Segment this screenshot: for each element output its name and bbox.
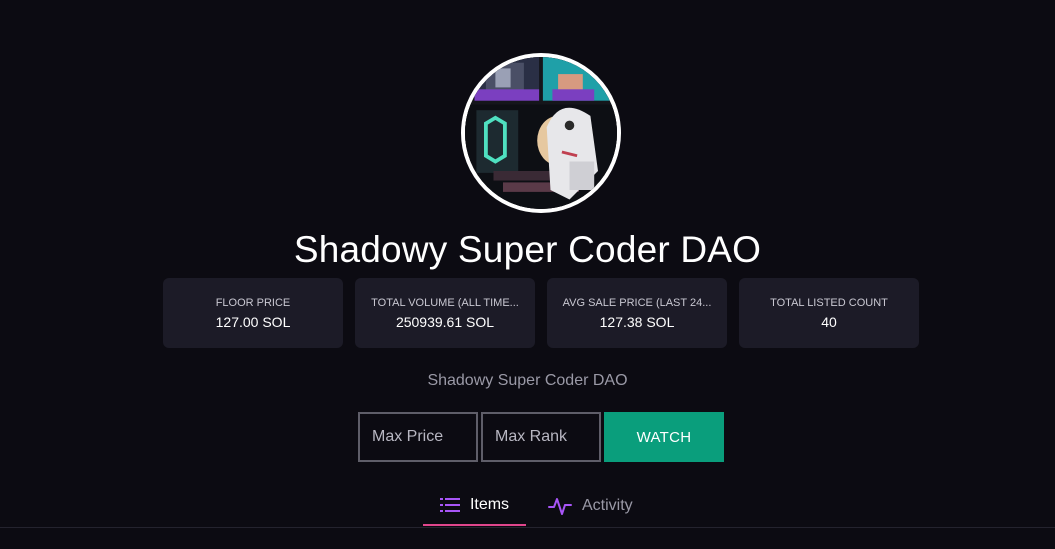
stat-label: AVG SALE PRICE (LAST 24... [562, 297, 712, 309]
collection-avatar [461, 53, 621, 213]
collection-title: Shadowy Super Coder DAO [293, 229, 762, 270]
stat-label: FLOOR PRICE [215, 297, 291, 309]
stat-value: 40 [821, 314, 837, 330]
stat-value: 127.38 SOL [599, 314, 675, 330]
filter-bar: WATCH [358, 412, 724, 462]
collection-description: Shadowy Super Coder DAO [427, 372, 628, 389]
stat-label: TOTAL VOLUME (ALL TIME... [371, 297, 519, 309]
tab-items-label: Items [469, 496, 510, 513]
max-rank-input[interactable] [481, 412, 601, 462]
stats-row: FLOOR PRICE 127.00 SOL TOTAL VOLUME (ALL… [163, 278, 919, 348]
max-price-input[interactable] [358, 412, 478, 462]
tab-activity-label: Activity [582, 497, 633, 514]
list-icon [439, 497, 460, 513]
stat-value: 250939.61 SOL [395, 314, 495, 330]
tab-activity[interactable]: Activity [548, 486, 648, 526]
stat-card-total-volume: TOTAL VOLUME (ALL TIME... 250939.61 SOL [355, 278, 535, 348]
watch-button[interactable]: WATCH [604, 412, 724, 462]
collection-page: Shadowy Super Coder DAO FLOOR PRICE 127.… [0, 0, 1055, 549]
activity-icon [548, 496, 572, 516]
stat-card-avg-sale-price: AVG SALE PRICE (LAST 24... 127.38 SOL [547, 278, 727, 348]
stat-card-floor-price: FLOOR PRICE 127.00 SOL [163, 278, 343, 348]
stat-value: 127.00 SOL [215, 314, 291, 330]
collection-avatar-image [465, 57, 617, 209]
tab-items[interactable]: Items [423, 486, 526, 526]
stat-label: TOTAL LISTED COUNT [770, 297, 888, 309]
stat-card-total-listed: TOTAL LISTED COUNT 40 [739, 278, 919, 348]
tab-bar: Items Activity [0, 486, 1055, 528]
